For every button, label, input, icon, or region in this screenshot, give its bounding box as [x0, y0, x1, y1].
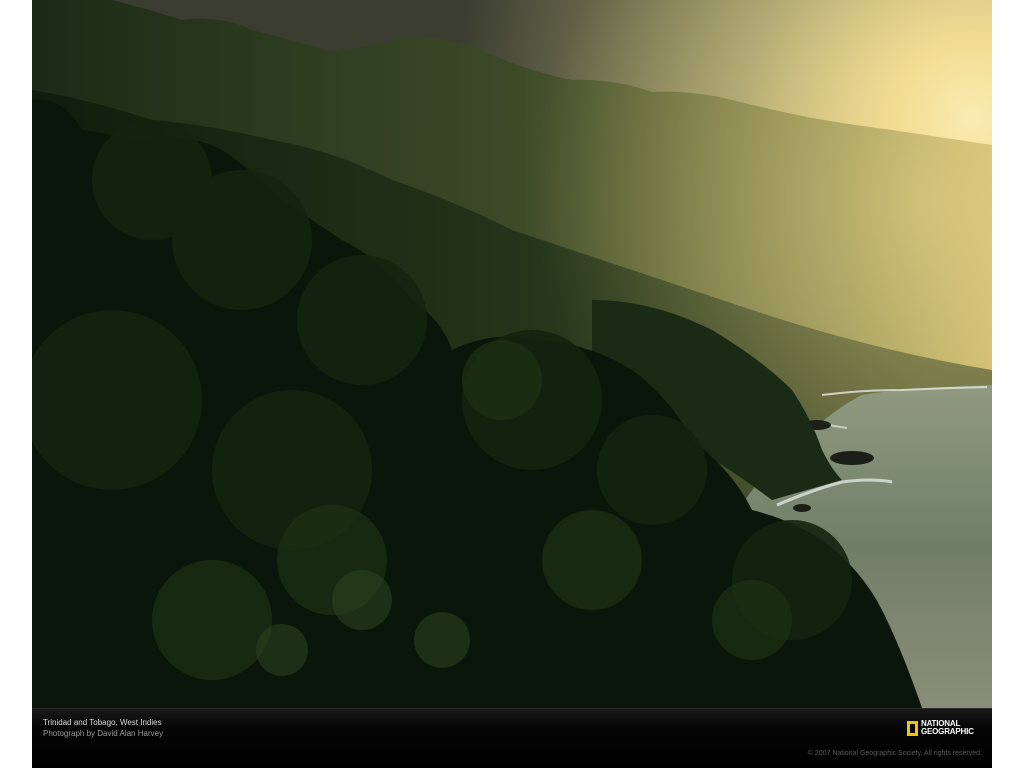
logo-wordmark: NATIONAL GEOGRAPHIC	[921, 720, 974, 736]
logo-line-2: GEOGRAPHIC	[921, 727, 974, 736]
national-geographic-logo: NATIONAL GEOGRAPHIC	[907, 718, 974, 738]
photographer-credit: Photograph by David Alan Harvey	[43, 729, 164, 738]
photo-location-caption: Trinidad and Tobago, West Indies	[43, 718, 162, 727]
copyright-notice: © 2007 National Geographic Society. All …	[807, 750, 982, 757]
yellow-border-icon	[907, 720, 918, 736]
wallpaper-frame: Trinidad and Tobago, West Indies Photogr…	[32, 0, 992, 768]
caption-bar: Trinidad and Tobago, West Indies Photogr…	[32, 708, 992, 768]
landscape-photo	[32, 0, 992, 708]
